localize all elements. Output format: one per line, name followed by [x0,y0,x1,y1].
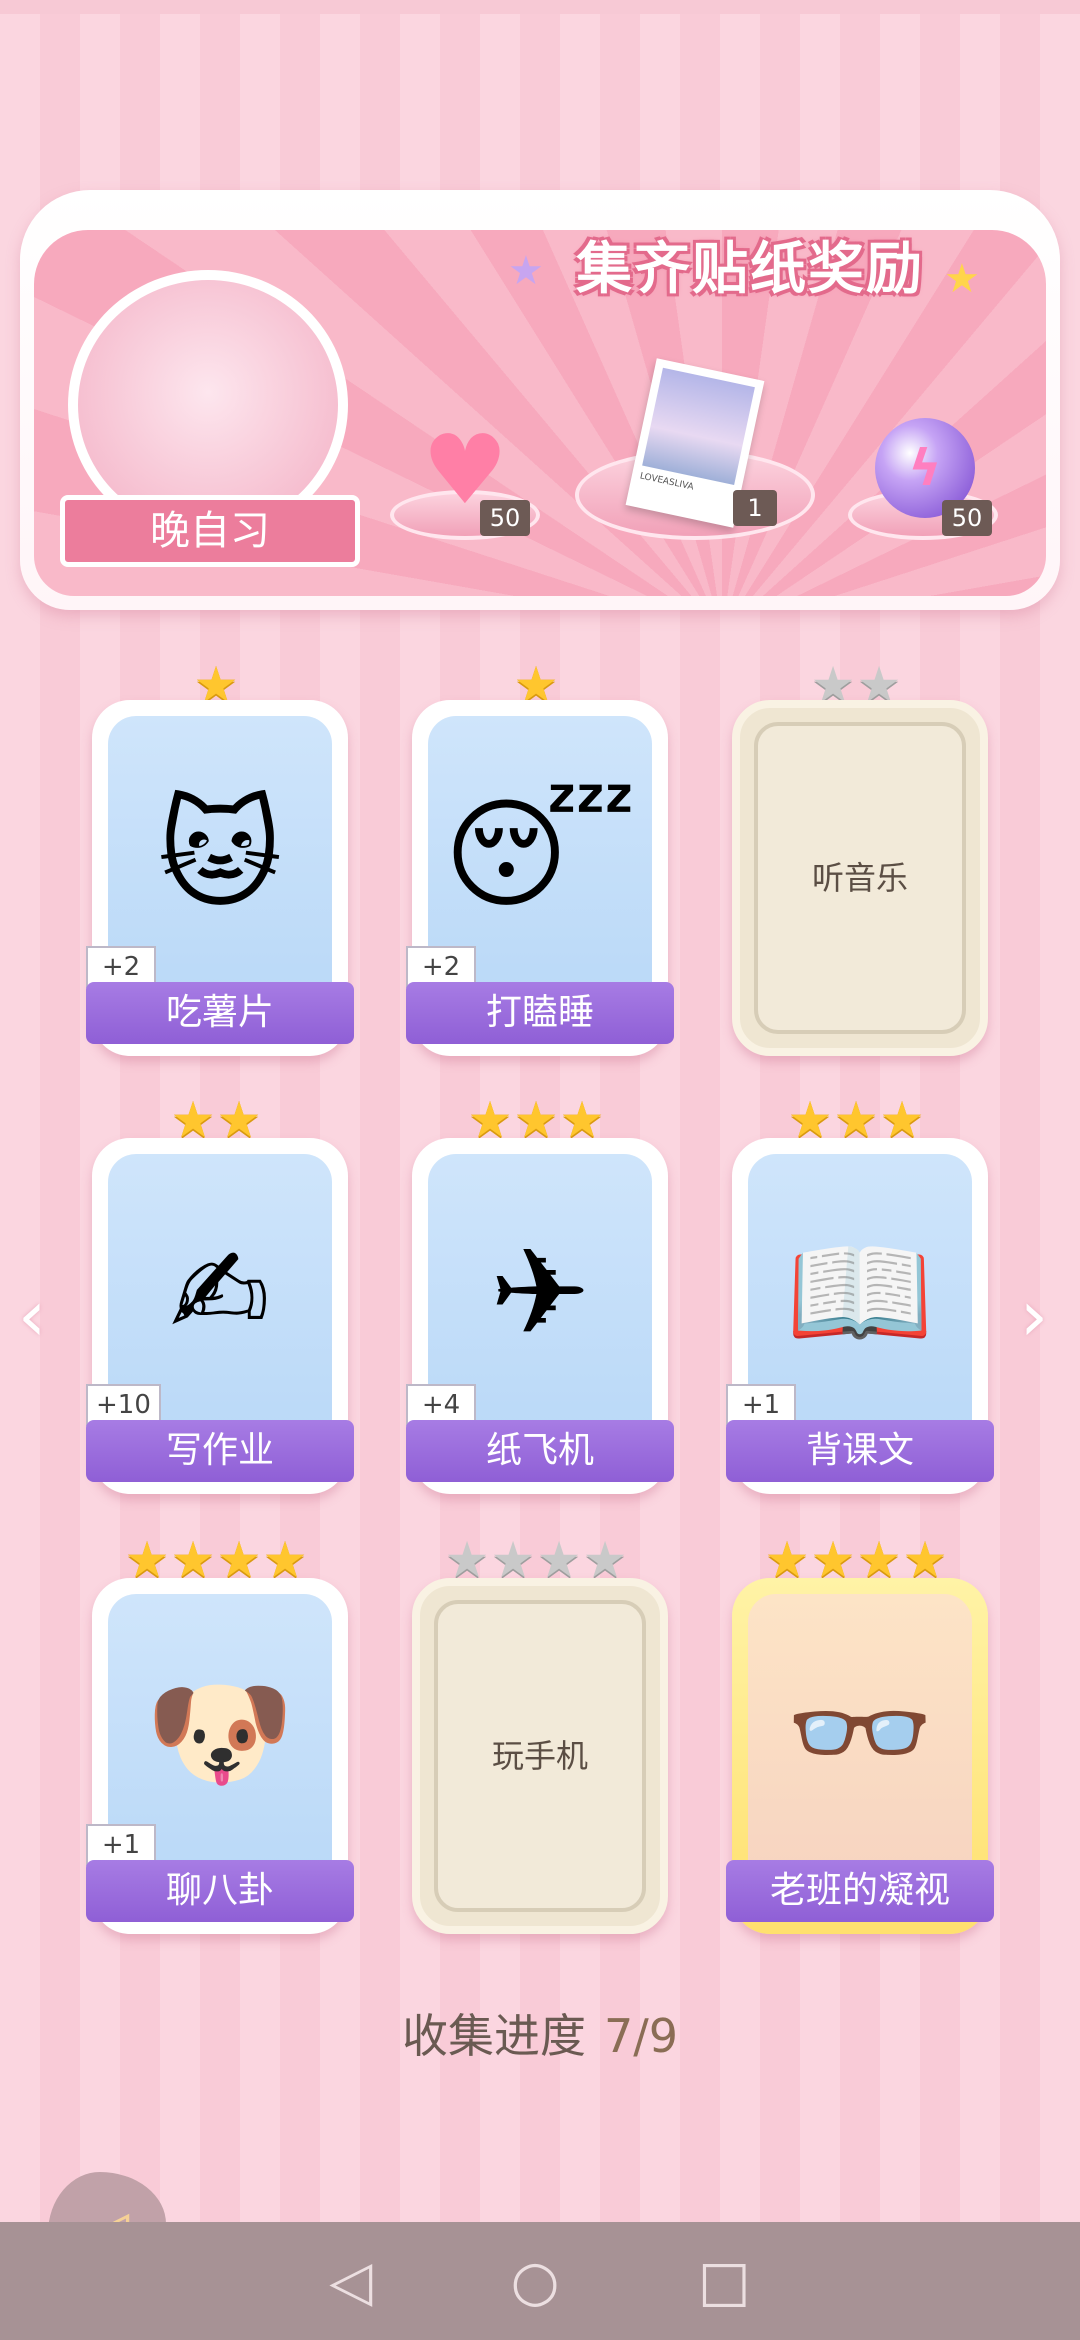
cat-icon: 🐱 [157,786,283,925]
sticker-card[interactable]: ✍ +10 写作业 [86,1138,354,1494]
reward-count: 50 [480,500,530,536]
portrait-label: 晚自习 [60,495,360,567]
sticker-card[interactable]: ✈ +4 纸飞机 [406,1138,674,1494]
star-icon: ★ [944,256,980,302]
card-label: 背课文 [726,1420,994,1482]
collection-progress: 收集进度 7/9 [0,2000,1080,2066]
card-label: 纸飞机 [406,1420,674,1482]
photo-image [642,367,755,486]
card-label: 写作业 [86,1420,354,1482]
reward-count: 1 [733,490,777,526]
sticker-card-locked[interactable]: 听音乐 [732,700,988,1056]
card-label: 吃薯片 [86,982,354,1044]
sticker-card[interactable]: 🐱 +2 吃薯片 [86,700,354,1056]
home-circle-icon[interactable]: ○ [511,2249,560,2314]
status-bar [0,0,1080,14]
system-navigation-bar: ◁ ○ □ [0,2222,1080,2340]
progress-label: 收集进度 [401,2009,586,2063]
card-label: 打瞌睡 [406,982,674,1044]
card-label: 听音乐 [811,859,908,897]
banner-title: 集齐贴纸奖励 [576,237,924,302]
previous-page-arrow-icon[interactable]: ‹ [18,1275,46,1357]
sticker-card[interactable]: 📖 +1 背课文 [726,1138,994,1494]
sleeping-boy-icon: 😴 [443,786,637,925]
reward-count: 50 [942,500,992,536]
cat-paper-plane-icon: ✈ [489,1224,591,1363]
sticker-card-gold[interactable]: 👓 老班的凝视 [726,1578,994,1934]
card-label: 玩手机 [491,1737,588,1775]
star-icon: ★ [508,248,544,294]
recents-square-icon[interactable]: □ [698,2249,751,2314]
progress-value: 7/9 [603,2009,679,2063]
next-page-arrow-icon[interactable]: › [1020,1275,1048,1357]
card-label: 聊八卦 [86,1860,354,1922]
sticker-card[interactable]: 😴 +2 打瞌睡 [406,700,674,1056]
puppy-watermelon-icon: 🐶 [145,1664,295,1803]
teacher-stare-icon: 👓 [785,1664,935,1803]
back-triangle-icon[interactable]: ◁ [329,2249,372,2314]
boy-writing-icon: ✍ [169,1224,271,1363]
sticker-card-locked[interactable]: 玩手机 [412,1578,668,1934]
girl-reading-icon: 📖 [785,1224,935,1363]
sticker-card[interactable]: 🐶 +1 聊八卦 [86,1578,354,1934]
card-label: 老班的凝视 [726,1860,994,1922]
